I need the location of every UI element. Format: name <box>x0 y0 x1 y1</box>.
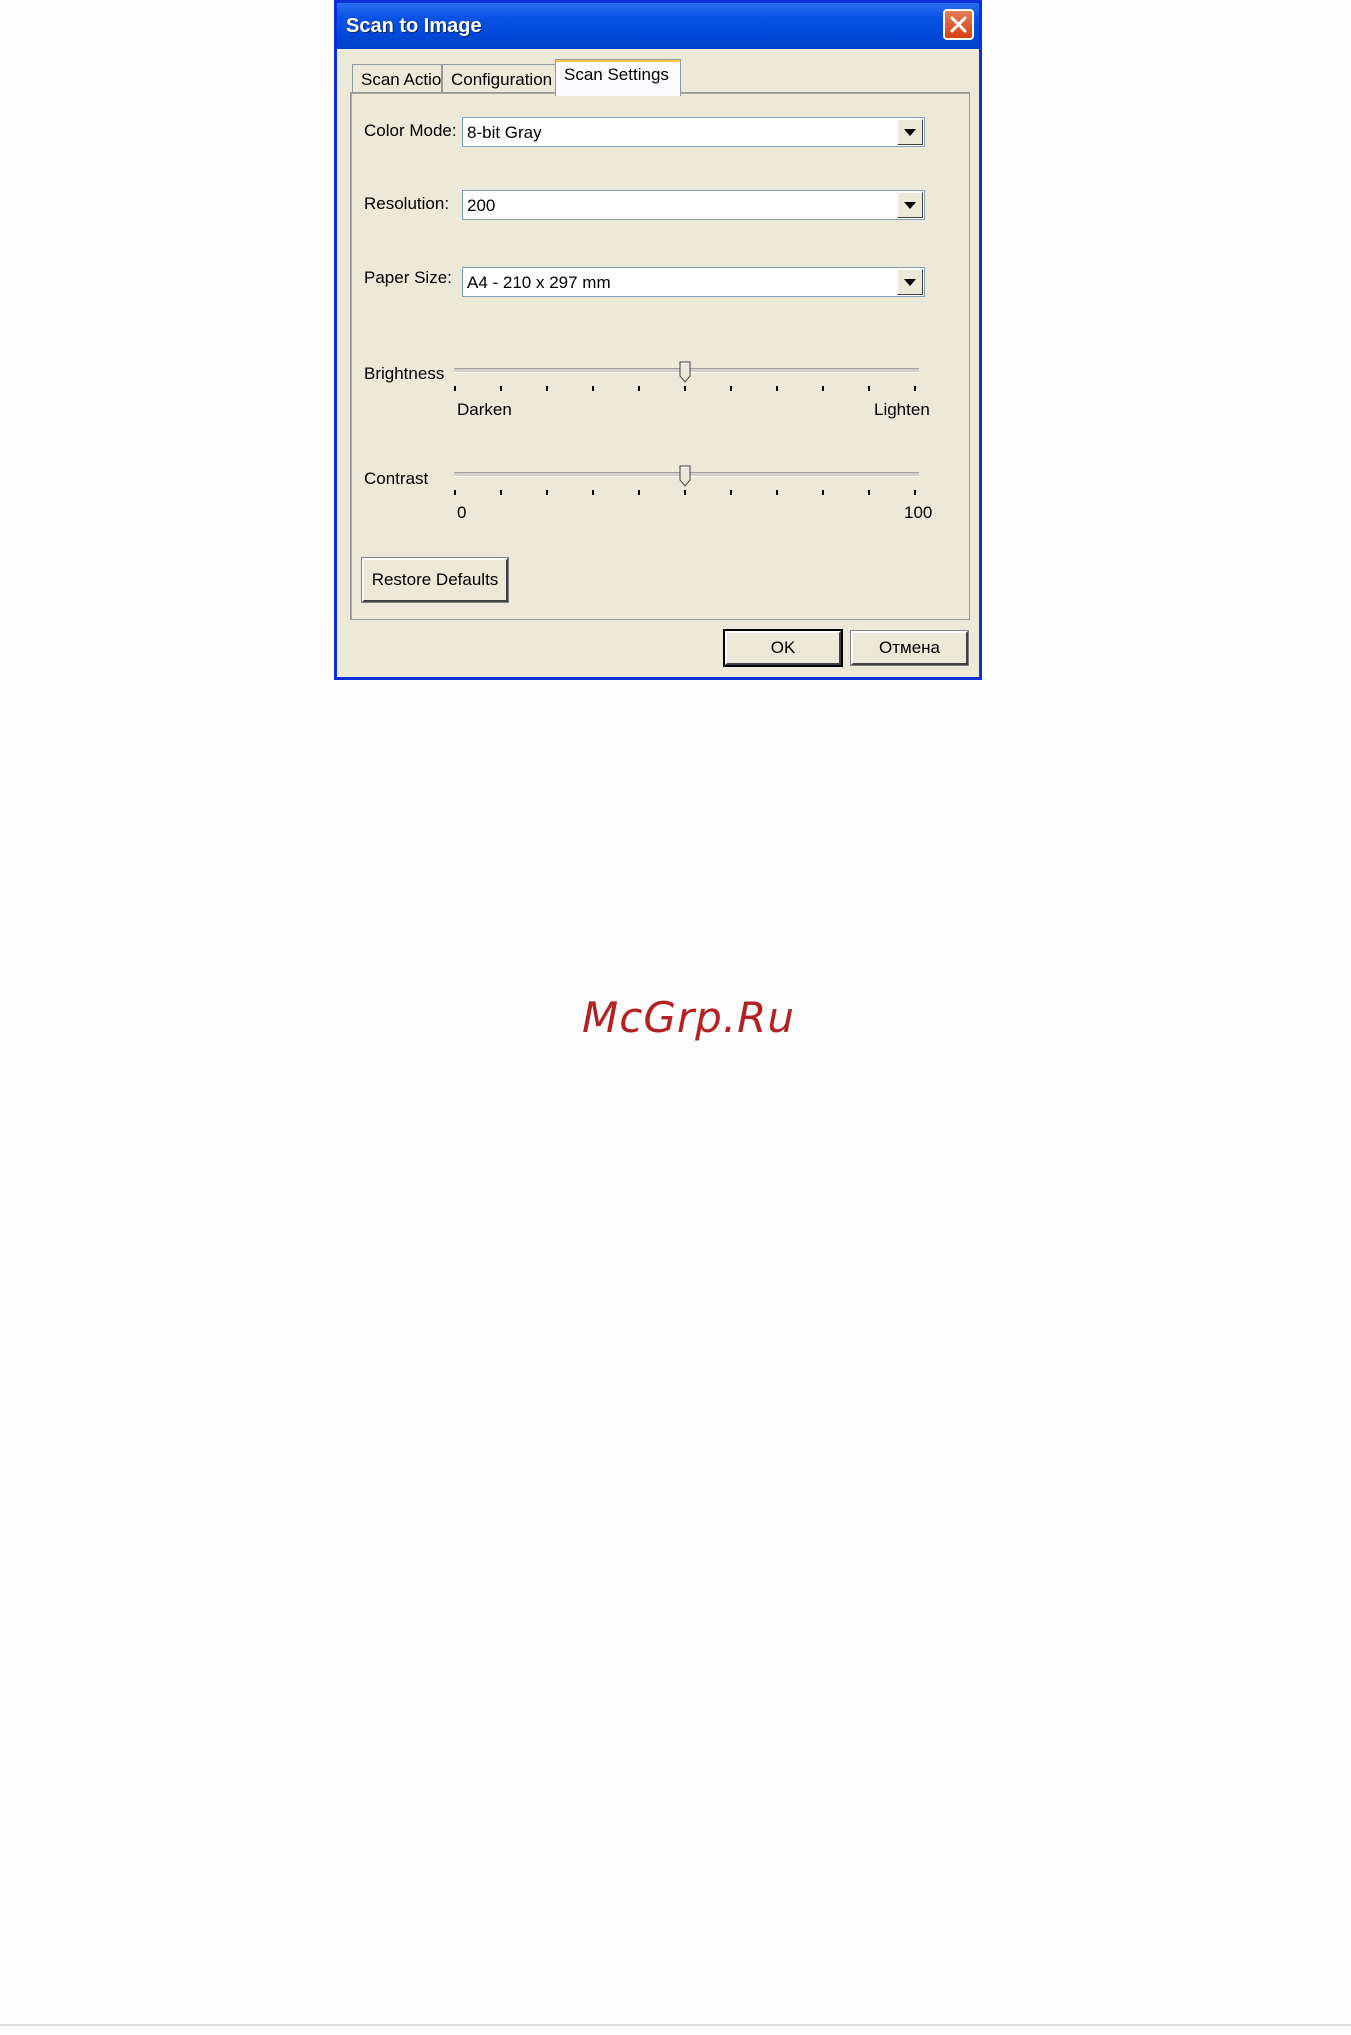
paper-size-value: A4 - 210 x 297 mm <box>467 273 611 292</box>
ok-button[interactable]: OK <box>723 629 843 667</box>
title-bar[interactable]: Scan to Image <box>337 3 979 49</box>
slider-thumb[interactable] <box>679 361 691 383</box>
watermark: McGrp.Ru <box>582 993 795 1042</box>
tab-scan-settings[interactable]: Scan Settings <box>555 59 681 96</box>
slider-tick <box>500 490 502 495</box>
color-mode-select[interactable]: 8-bit Gray <box>462 117 925 147</box>
window-title: Scan to Image <box>346 15 482 37</box>
color-mode-label: Color Mode: <box>364 121 457 140</box>
restore-defaults-button[interactable]: Restore Defaults <box>361 557 509 603</box>
chevron-down-icon <box>904 279 916 286</box>
slider-tick <box>868 386 870 391</box>
brightness-label: Brightness <box>364 364 445 383</box>
slider-tick <box>454 490 456 495</box>
dropdown-button[interactable] <box>897 192 923 218</box>
slider-tick <box>730 386 732 391</box>
close-icon <box>950 16 967 33</box>
slider-tick <box>454 386 456 391</box>
slider-tick <box>638 490 640 495</box>
brightness-max-label: Lighten <box>874 400 930 419</box>
scan-settings-panel: Color Mode: 8-bit Gray Resolution: 200 P… <box>350 92 970 620</box>
slider-tick <box>546 386 548 391</box>
slider-tick <box>684 386 686 391</box>
tab-configuration[interactable]: Configuration <box>442 64 556 95</box>
resolution-label: Resolution: <box>364 194 450 213</box>
slider-tick <box>822 490 824 495</box>
close-button[interactable] <box>943 9 974 40</box>
page-divider <box>0 2024 1351 2026</box>
slider-tick <box>684 490 686 495</box>
slider-tick <box>546 490 548 495</box>
brightness-min-label: Darken <box>457 400 512 419</box>
color-mode-value: 8-bit Gray <box>467 123 542 142</box>
slider-tick <box>914 386 916 391</box>
paper-size-select[interactable]: A4 - 210 x 297 mm <box>462 267 925 297</box>
dropdown-button[interactable] <box>897 269 923 295</box>
slider-tick <box>592 490 594 495</box>
resolution-select[interactable]: 200 <box>462 190 925 220</box>
slider-tick <box>868 490 870 495</box>
slider-tick <box>592 386 594 391</box>
contrast-max-label: 100 <box>904 503 933 522</box>
slider-tick <box>914 490 916 495</box>
resolution-value: 200 <box>467 196 496 215</box>
slider-tick <box>638 386 640 391</box>
slider-tick <box>822 386 824 391</box>
contrast-slider[interactable] <box>454 465 919 505</box>
slider-tick <box>500 386 502 391</box>
chevron-down-icon <box>904 202 916 209</box>
chevron-down-icon <box>904 129 916 136</box>
brightness-slider[interactable] <box>454 361 919 401</box>
slider-thumb[interactable] <box>679 465 691 487</box>
dropdown-button[interactable] <box>897 119 923 145</box>
cancel-button[interactable]: Отмена <box>850 630 969 666</box>
paper-size-label: Paper Size: <box>364 268 452 287</box>
contrast-label: Contrast <box>364 469 429 488</box>
slider-tick <box>776 386 778 391</box>
contrast-min-label: 0 <box>457 503 467 522</box>
tab-scan-action[interactable]: Scan Action <box>352 64 451 95</box>
slider-tick <box>730 490 732 495</box>
slider-tick <box>776 490 778 495</box>
scan-to-image-dialog: Scan to Image Scan Action Configuration … <box>334 0 982 680</box>
